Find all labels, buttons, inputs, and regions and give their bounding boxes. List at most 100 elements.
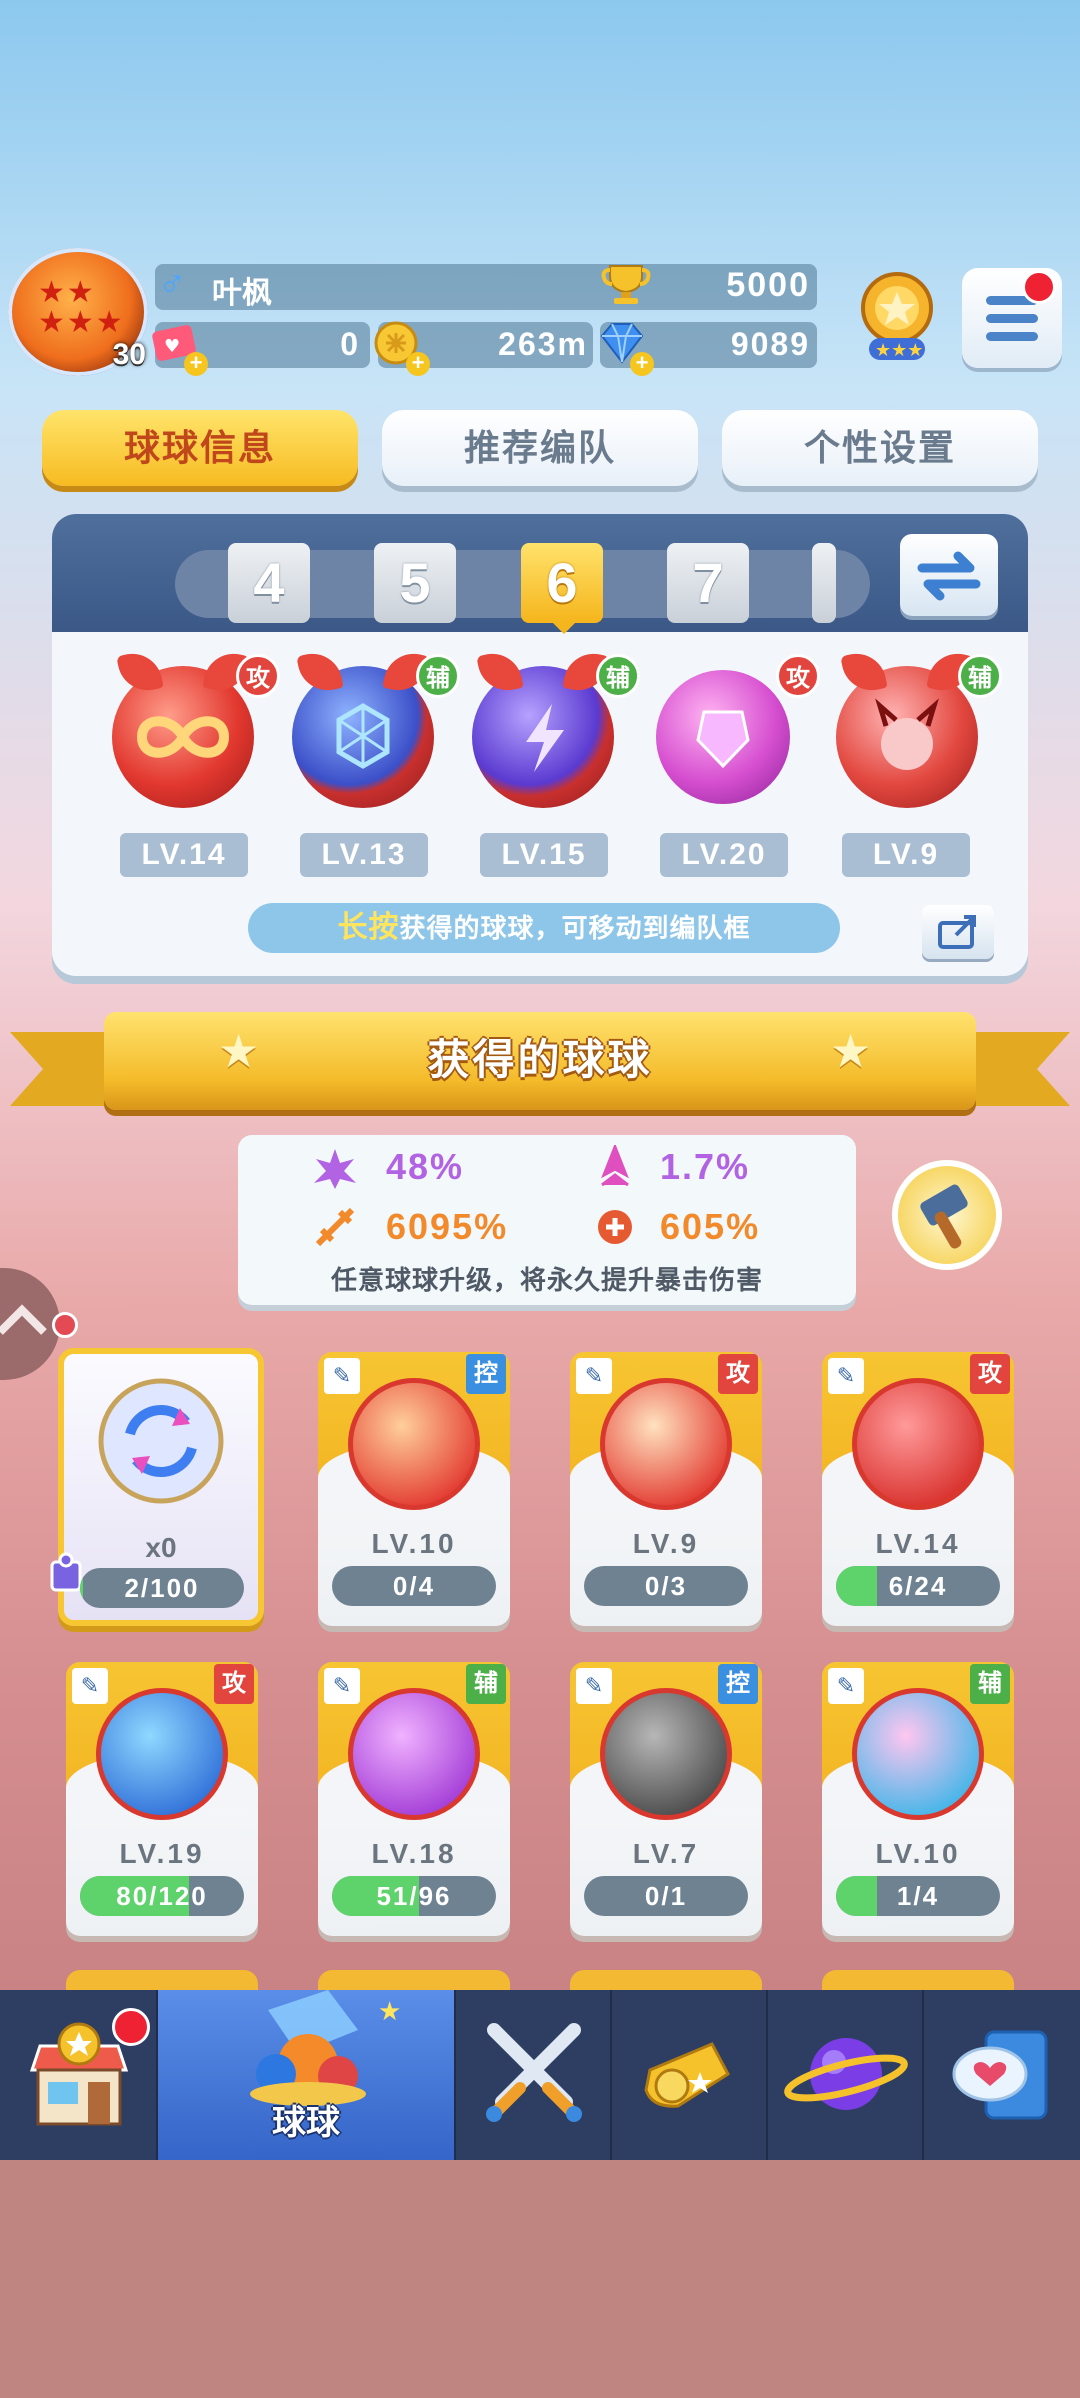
pin-icon[interactable]: ✎ — [324, 1668, 360, 1704]
special-progress-text: 2/100 — [124, 1573, 200, 1603]
infinity-orb-icon — [136, 716, 230, 758]
slot-4-level: LV.20 — [660, 833, 788, 877]
nav-balls[interactable]: ★ 球球 — [158, 1990, 456, 2160]
svg-text:♥: ♥ — [164, 336, 180, 357]
ball-card[interactable]: ✎ 控 LV.10 0/4 — [318, 1352, 510, 1626]
pin-icon[interactable]: ✎ — [576, 1668, 612, 1704]
add-ticket-icon[interactable]: + — [184, 352, 208, 376]
ball-level: LV.14 — [875, 1528, 961, 1559]
team-slot-1[interactable] — [112, 666, 254, 808]
team-number-6-selected[interactable]: 6 — [521, 543, 603, 623]
nav-whistle[interactable] — [612, 1990, 768, 2160]
hint-highlight: 长按 — [337, 911, 400, 944]
team-number-7[interactable]: 7 — [667, 543, 749, 623]
ball-card[interactable]: ✎ 辅 LV.18 51/96 — [318, 1662, 510, 1936]
planet-icon — [784, 2038, 908, 2110]
team-number-4[interactable]: 4 — [228, 543, 310, 623]
team-slot-2[interactable] — [292, 666, 434, 808]
upgrade-hammer-button[interactable] — [892, 1160, 1002, 1270]
ball-card[interactable]: ✎ 控 LV.7 0/1 — [570, 1662, 762, 1936]
ticket-icon[interactable]: ♥ + — [150, 318, 208, 376]
refresh-orb-icon — [98, 1378, 224, 1504]
nav-balls-label: 球球 — [272, 2104, 340, 2142]
ball-level: LV.18 — [371, 1838, 457, 1869]
ball-level: LV.10 — [875, 1838, 961, 1869]
ball-level: LV.7 — [632, 1838, 700, 1869]
ball-upgrade-progress: 0/4 — [332, 1566, 496, 1606]
trophy-count: 5000 — [726, 266, 810, 304]
pin-icon[interactable]: ✎ — [828, 1668, 864, 1704]
special-ball-card[interactable]: x0 2/100 — [58, 1348, 264, 1626]
progress-text: 51/96 — [376, 1881, 452, 1911]
special-ball-count: x0 — [145, 1532, 177, 1563]
pin-icon[interactable]: ✎ — [72, 1668, 108, 1704]
ball-card[interactable]: ✎ 攻 LV.19 80/120 — [66, 1662, 258, 1936]
swap-team-button[interactable] — [900, 534, 998, 616]
team-number-next-partial[interactable] — [812, 543, 836, 623]
coin-icon[interactable]: + — [372, 318, 430, 376]
ball-role-tag: 辅 — [466, 1664, 506, 1704]
chat-heart-icon — [952, 2030, 1048, 2120]
pin-icon[interactable]: ✎ — [576, 1358, 612, 1394]
nav-social[interactable] — [924, 1990, 1080, 2160]
tab-personal-settings[interactable]: 个性设置 — [722, 410, 1038, 486]
ball-orb-icon — [600, 1378, 732, 1510]
ball-upgrade-progress: 51/96 — [332, 1876, 496, 1916]
section-title: 获得的球球 — [427, 1036, 653, 1083]
ball-upgrade-progress: 0/1 — [584, 1876, 748, 1916]
crit-rate-value: 48% — [386, 1146, 465, 1187]
team-number-5[interactable]: 5 — [374, 543, 456, 623]
avatar-stars-icon: ★★ ★★★ — [38, 276, 125, 339]
ball-orb-icon — [348, 1378, 480, 1510]
lightning-orb-icon — [526, 704, 564, 772]
team-slot-4[interactable] — [656, 670, 790, 804]
pin-icon[interactable]: ✎ — [828, 1358, 864, 1394]
menu-notification-dot — [1022, 270, 1056, 304]
ball-upgrade-progress: 80/120 — [80, 1876, 244, 1916]
progress-text: 0/4 — [392, 1571, 436, 1601]
ball-card[interactable]: ✎ 攻 LV.9 0/3 — [570, 1352, 762, 1626]
page-bottom-background — [0, 2160, 1080, 2398]
ball-upgrade-progress: 0/3 — [584, 1566, 748, 1606]
coin-count: 263m — [498, 326, 588, 362]
side-notification-dot — [52, 1312, 78, 1338]
ball-upgrade-progress: 6/24 — [836, 1566, 1000, 1606]
ticket-count: 0 — [340, 326, 360, 362]
slot-5-level: LV.9 — [842, 833, 970, 877]
swap-arrows-icon — [917, 551, 981, 601]
ball-role-tag: 攻 — [970, 1354, 1010, 1394]
player-avatar[interactable]: ★★ ★★★ 30 — [8, 248, 148, 376]
ball-card[interactable]: ✎ 攻 LV.14 6/24 — [822, 1352, 1014, 1626]
rank-badge-icon[interactable]: ★★★ — [855, 268, 939, 364]
add-coin-icon[interactable]: + — [406, 352, 430, 376]
slot-5-role-tag: 辅 — [958, 654, 1002, 698]
gem-icon[interactable]: + — [596, 318, 654, 376]
bottom-navigation: ★ 球球 — [0, 1990, 1080, 2160]
tab-ball-info[interactable]: 球球信息 — [42, 410, 358, 486]
ball-card[interactable]: ✎ 辅 LV.10 1/4 — [822, 1662, 1014, 1936]
share-button[interactable] — [922, 905, 994, 959]
nav-battle[interactable] — [456, 1990, 612, 2160]
slot-3-level: LV.15 — [480, 833, 608, 877]
crossed-swords-icon — [486, 2023, 582, 2122]
progress-text: 0/1 — [644, 1881, 688, 1911]
ball-role-tag: 攻 — [718, 1354, 758, 1394]
nav-planet[interactable] — [768, 1990, 924, 2160]
crit-chance-icon — [601, 1145, 629, 1187]
tab-recommended-team[interactable]: 推荐编队 — [382, 410, 698, 486]
pin-icon[interactable]: ✎ — [324, 1358, 360, 1394]
ball-orb-icon — [348, 1688, 480, 1820]
add-gem-icon[interactable]: + — [630, 352, 654, 376]
demon-orb-icon — [875, 698, 939, 770]
svg-text:★: ★ — [378, 1997, 401, 2027]
ball-orb-icon — [96, 1688, 228, 1820]
ball-level: LV.19 — [119, 1838, 205, 1869]
progress-text: 6/24 — [888, 1571, 948, 1601]
ball-orb-icon — [600, 1688, 732, 1820]
team-slot-5[interactable] — [836, 666, 978, 808]
hex-shield-orb-icon — [336, 703, 390, 769]
side-drawer-tab[interactable] — [0, 1268, 60, 1380]
team-slot-3[interactable] — [472, 666, 614, 808]
shop-notification-dot — [112, 2008, 150, 2046]
progress-text: 0/3 — [644, 1571, 688, 1601]
